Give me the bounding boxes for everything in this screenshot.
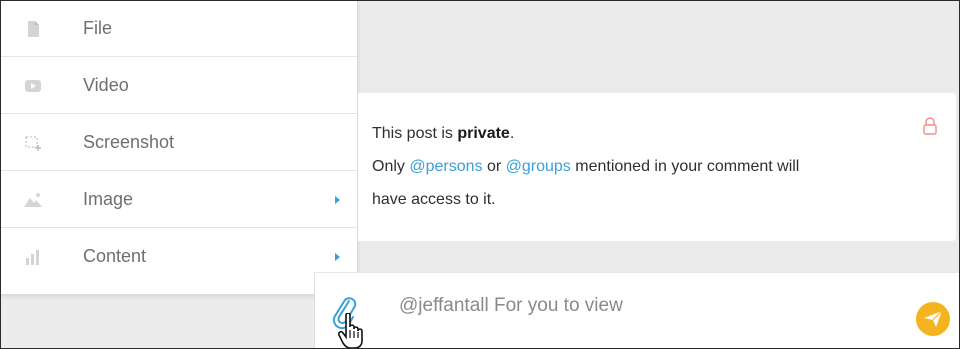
app-frame: File Video Screenshot Image Content This… [0, 0, 960, 349]
notice-text: . [509, 125, 515, 142]
notice-text: This post is [372, 125, 458, 142]
menu-item-video[interactable]: Video [1, 58, 357, 114]
chart-icon [26, 250, 39, 265]
menu-item-label: Video [83, 75, 129, 95]
notice-line-1: This post is private. [372, 125, 514, 143]
video-icon [25, 80, 41, 92]
menu-item-screenshot[interactable]: Screenshot [1, 115, 357, 171]
image-icon [24, 193, 42, 207]
mention-persons-link[interactable]: @persons [409, 158, 482, 175]
menu-item-label: File [83, 18, 113, 38]
comment-composer [314, 272, 959, 348]
menu-item-image[interactable]: Image [1, 172, 357, 228]
menu-item-file[interactable]: File [1, 1, 357, 57]
notice-text: or [482, 158, 506, 175]
menu-item-label: Image [83, 189, 134, 209]
chevron-right-icon [335, 253, 340, 261]
lock-icon [923, 117, 937, 135]
comment-input[interactable] [399, 292, 879, 320]
file-icon [28, 21, 39, 37]
menu-item-label: Screenshot [83, 132, 175, 152]
menu-item-label: Content [83, 246, 147, 266]
notice-text: mentioned in your comment will [570, 158, 800, 175]
chevron-right-icon [335, 196, 340, 204]
notice-text: Only [372, 158, 410, 175]
send-icon [924, 310, 943, 327]
attach-menu: File Video Screenshot Image Content [1, 1, 358, 295]
private-label: private [457, 125, 510, 142]
menu-item-content[interactable]: Content [1, 229, 357, 285]
private-notice-card: This post is private. Only @persons or @… [358, 93, 956, 241]
notice-line-3: have access to it. [372, 191, 496, 208]
send-button[interactable] [916, 302, 950, 336]
mention-groups-link[interactable]: @groups [506, 158, 571, 175]
notice-line-2: Only @persons or @groups mentioned in yo… [372, 158, 799, 176]
screenshot-icon [25, 136, 41, 151]
hand-cursor-icon [337, 313, 363, 348]
